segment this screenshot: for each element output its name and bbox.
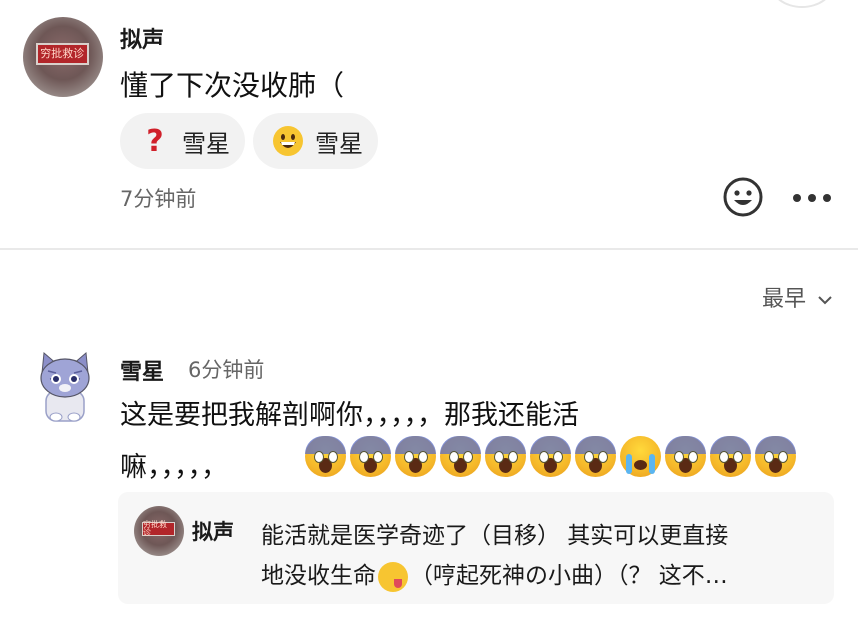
add-reaction-button[interactable] xyxy=(722,176,764,218)
face-screaming-icon xyxy=(755,436,796,477)
face-screaming-icon xyxy=(350,436,391,477)
reply-username[interactable]: 拟声 xyxy=(192,516,234,546)
reply-preview[interactable]: 穷批救诊 拟声 能活就是医学奇迹了（目移） 其实可以更直接 地没收生命 （哼起死神… xyxy=(118,492,834,604)
reaction-user: 雪星 xyxy=(315,129,363,158)
comment-time: 6分钟前 xyxy=(188,358,265,382)
face-screaming-icon xyxy=(305,436,346,477)
face-screaming-icon xyxy=(530,436,571,477)
reaction-chip-grin[interactable]: 雪星 xyxy=(253,113,378,169)
avatar-sign-text: 穷批救诊 xyxy=(142,521,175,537)
grinning-face-icon xyxy=(271,124,305,158)
section-divider xyxy=(0,248,858,250)
face-savoring-food-icon xyxy=(378,561,408,592)
face-screaming-icon xyxy=(710,436,751,477)
reply-text-line2b: （哼起死神の小曲）（？ 这不… xyxy=(410,563,728,589)
chevron-down-icon xyxy=(818,296,832,305)
username[interactable]: 拟声 xyxy=(120,22,164,54)
emoji-row xyxy=(305,436,796,477)
avatar[interactable] xyxy=(36,351,94,425)
reaction-user: 雪星 xyxy=(182,129,230,158)
avatar[interactable]: 穷批救诊 xyxy=(23,17,103,97)
comment-text-line2: 嘛，，，，， xyxy=(120,452,228,483)
reply-text-line1: 能活就是医学奇迹了（目移） 其实可以更直接 xyxy=(261,523,729,549)
face-screaming-icon xyxy=(440,436,481,477)
reply-text-line2: 地没收生命 （哼起死神の小曲）（？ 这不… xyxy=(261,556,728,592)
loudly-crying-face-icon xyxy=(620,436,661,477)
question-mark-icon: ? xyxy=(146,123,164,159)
reaction-chip-question[interactable]: ? 雪星 xyxy=(120,113,245,169)
reply-text-line2a: 地没收生命 xyxy=(261,563,376,589)
face-screaming-icon xyxy=(395,436,436,477)
comment-text-line1: 这是要把我解剖啊你，，，，，那我还能活 xyxy=(120,400,579,431)
avatar-sign-text: 穷批救诊 xyxy=(35,42,89,65)
avatar[interactable]: 穷批救诊 xyxy=(134,506,184,556)
sort-dropdown[interactable]: 最早 xyxy=(762,281,833,313)
sort-label: 最早 xyxy=(762,287,807,312)
face-screaming-icon xyxy=(485,436,526,477)
face-screaming-icon xyxy=(665,436,706,477)
floating-button-edge xyxy=(770,0,834,8)
more-dots-icon xyxy=(793,194,831,202)
username[interactable]: 雪星 xyxy=(120,354,164,386)
comment-time: 7分钟前 xyxy=(120,187,197,211)
more-options-button[interactable] xyxy=(790,190,834,204)
smile-outline-icon xyxy=(723,177,763,217)
comment-text: 懂了下次没收肺（ xyxy=(120,69,345,102)
face-screaming-icon xyxy=(575,436,616,477)
